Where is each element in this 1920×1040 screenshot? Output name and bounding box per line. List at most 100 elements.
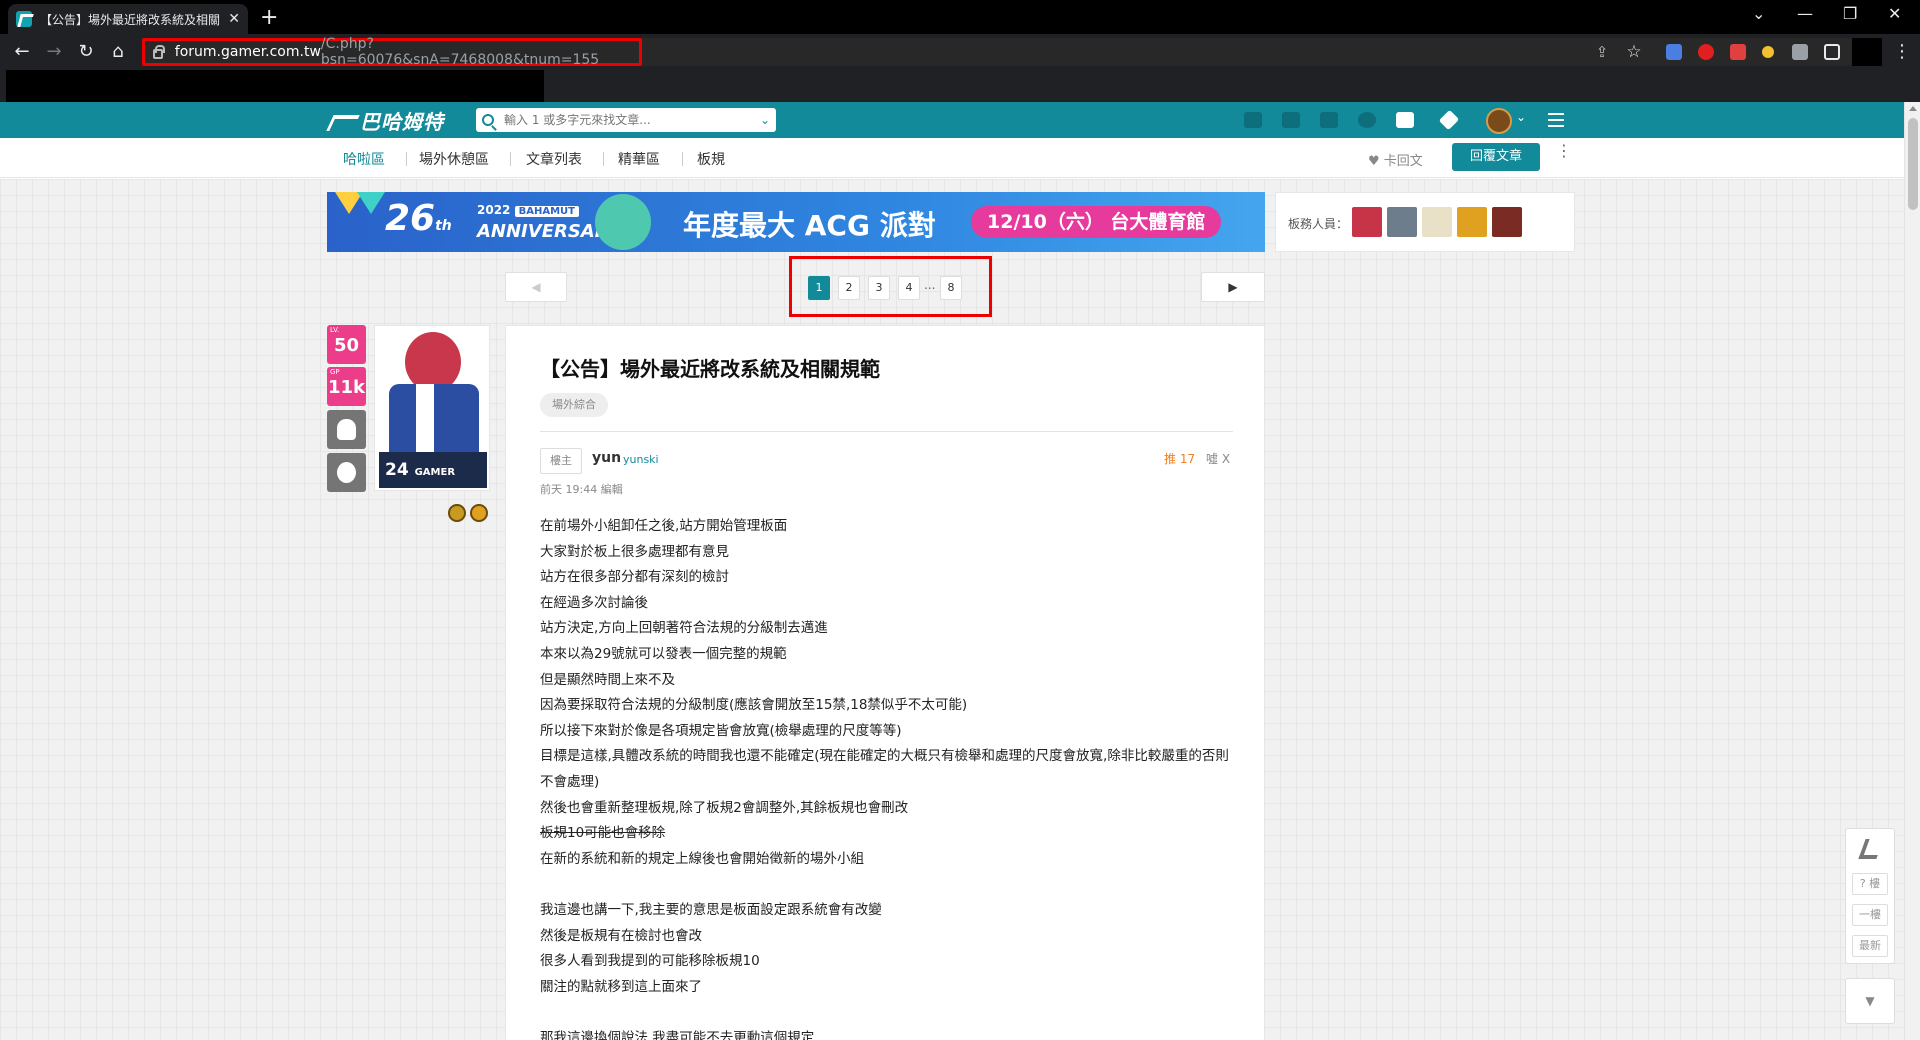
post-line: 我這邊也講一下,我主要的意思是板面設定跟系統會有改變 — [540, 901, 882, 918]
lock-icon — [153, 45, 165, 59]
browser-toolbar: ← → ↻ ⌂ forum.gamer.com.tw /C.php?bsn=60… — [0, 34, 1920, 70]
post-line: 關注的點就移到這上面來了 — [540, 978, 702, 995]
moderator-avatar[interactable] — [1457, 207, 1487, 237]
more-options-icon[interactable]: ⋮ — [1556, 143, 1572, 159]
subscription-icon[interactable] — [1282, 112, 1300, 128]
next-page-button[interactable]: ▶ — [1201, 272, 1265, 302]
gp-badge[interactable]: GP 11k — [327, 367, 366, 406]
tab-close-icon[interactable]: ✕ — [228, 11, 240, 27]
browser-menu-icon[interactable]: ⋮ — [1890, 40, 1914, 64]
level-badge[interactable]: LV. 50 — [327, 325, 366, 364]
reply-article-button[interactable]: 回覆文章 — [1452, 143, 1540, 171]
share-icon[interactable]: ⇪ — [1590, 40, 1614, 64]
translate-extension-icon[interactable] — [1666, 44, 1682, 60]
profile-avatar[interactable] — [1852, 38, 1882, 66]
post-category-tag[interactable]: 場外綜合 — [540, 393, 608, 417]
scroll-down-button[interactable]: ▼ — [1845, 978, 1895, 1024]
page-scrollbar[interactable] — [1904, 102, 1920, 1040]
divider — [540, 431, 1233, 432]
banner-mascot — [595, 194, 651, 250]
color-extension-icon[interactable] — [1762, 46, 1774, 58]
reload-button[interactable]: ↻ — [74, 40, 98, 64]
nav-board-rules[interactable]: 板規 — [697, 149, 725, 169]
nav-board-name[interactable]: 場外休憩區 — [419, 149, 489, 169]
author-id[interactable]: yunski — [623, 453, 659, 466]
quick-jump-icon[interactable] — [1858, 839, 1884, 859]
chat-icon[interactable] — [1358, 112, 1376, 128]
page-button[interactable]: 3 — [868, 276, 890, 300]
logo-wing-icon — [326, 115, 360, 131]
site-logo[interactable]: 巴哈姆特 — [326, 106, 444, 135]
like-reply-button[interactable]: ♥ 卡回文 — [1368, 150, 1423, 169]
blocker-extension-icon[interactable] — [1730, 44, 1746, 60]
minimize-window-button[interactable]: — — [1797, 4, 1813, 23]
nav-divider — [603, 152, 604, 166]
latest-floor-button[interactable]: 最新 — [1852, 935, 1888, 957]
fist-icon[interactable] — [327, 410, 366, 449]
pagination: 1 2 3 4 ... 8 — [789, 256, 992, 317]
moderator-avatar[interactable] — [1422, 207, 1452, 237]
forward-button[interactable]: → — [42, 40, 66, 64]
page-button[interactable]: 4 — [898, 276, 920, 300]
address-bar[interactable]: forum.gamer.com.tw /C.php?bsn=60076&snA=… — [142, 36, 642, 68]
nav-hala[interactable]: 哈啦區 — [343, 149, 385, 169]
search-options-chevron-icon[interactable]: ⌄ — [760, 113, 770, 127]
search-box[interactable]: ⌄ — [476, 108, 776, 132]
tab-search-icon[interactable]: ⌄ — [1752, 4, 1765, 23]
nav-divider — [406, 152, 407, 166]
nav-article-list[interactable]: 文章列表 — [526, 149, 582, 169]
first-floor-button[interactable]: 一樓 — [1852, 904, 1888, 926]
monkey-icon[interactable] — [327, 453, 366, 492]
moderator-avatar[interactable] — [1492, 207, 1522, 237]
post-line: 在經過多次討論後 — [540, 594, 648, 611]
browser-tab[interactable]: 【公告】場外最近將改系統及相關 ✕ — [8, 4, 248, 34]
user-avatar[interactable] — [1486, 108, 1512, 134]
page-button[interactable]: 8 — [940, 276, 962, 300]
goto-floor-button[interactable]: ? 樓 — [1852, 873, 1888, 895]
medal-icon[interactable] — [448, 504, 466, 522]
close-window-button[interactable]: ✕ — [1888, 4, 1901, 23]
post-card: 【公告】場外最近將改系統及相關規範 場外綜合 樓主 yun yunski 推 1… — [505, 325, 1265, 1040]
medal-icon[interactable] — [470, 504, 488, 522]
banner-date: 12/10（六） 台大體育館 — [971, 206, 1222, 238]
restore-window-button[interactable]: ❐ — [1843, 4, 1857, 23]
scrollbar-thumb[interactable] — [1908, 118, 1918, 210]
site-top-bar: 巴哈姆特 ⌄ ⌄ — [0, 102, 1904, 138]
floating-toolbar: ? 樓 一樓 最新 — [1845, 828, 1895, 964]
page-button[interactable]: 2 — [838, 276, 860, 300]
new-tab-button[interactable]: + — [260, 5, 278, 30]
nav-featured[interactable]: 精華區 — [618, 149, 660, 169]
puzzle-extensions-icon[interactable] — [1792, 44, 1808, 60]
mail-icon[interactable] — [1396, 112, 1414, 128]
search-input[interactable] — [504, 113, 760, 127]
prev-page-button[interactable]: ◀ — [505, 272, 567, 302]
side-panel-icon[interactable] — [1824, 44, 1840, 60]
moderator-avatar[interactable] — [1352, 207, 1382, 237]
tag-icon[interactable] — [1438, 109, 1460, 131]
home-button[interactable]: ⌂ — [106, 40, 130, 64]
author-avatar-image[interactable]: 24 GAMER PARTY — [374, 325, 490, 491]
push-count[interactable]: 推 17 — [1164, 450, 1195, 467]
post-line: 所以接下來對於像是各項規定皆會放寬(檢舉處理的尺度等等) — [540, 722, 902, 739]
like-icon[interactable] — [1320, 112, 1338, 128]
tab-title: 【公告】場外最近將改系統及相關 — [40, 12, 221, 27]
post-line: 本來以為29號就可以發表一個完整的規範 — [540, 645, 787, 662]
anniversary-banner[interactable]: 26th 2022 BAHAMUT ANNIVERSARY 年度最大 ACG 派… — [327, 192, 1265, 252]
gamer-favicon-icon — [16, 11, 32, 27]
nav-divider — [682, 152, 683, 166]
redacted-bookmarks — [6, 70, 544, 102]
notification-icon[interactable] — [1244, 112, 1262, 128]
adblock-extension-icon[interactable] — [1698, 44, 1714, 60]
post-line: 但是顯然時間上來不及 — [540, 671, 675, 688]
page-button[interactable]: 1 — [808, 276, 830, 300]
banner-headline: 年度最大 ACG 派對 — [683, 209, 936, 242]
scroll-up-arrow-icon[interactable] — [1909, 106, 1917, 111]
boo-count[interactable]: 噓 X — [1206, 450, 1230, 467]
bookmark-star-icon[interactable]: ☆ — [1622, 40, 1646, 64]
hamburger-menu-icon[interactable] — [1548, 113, 1564, 127]
user-menu-chevron-icon[interactable]: ⌄ — [1516, 110, 1526, 124]
moderator-avatar[interactable] — [1387, 207, 1417, 237]
author-name[interactable]: yun — [592, 450, 621, 466]
page-ellipsis: ... — [924, 278, 936, 292]
back-button[interactable]: ← — [10, 40, 34, 64]
